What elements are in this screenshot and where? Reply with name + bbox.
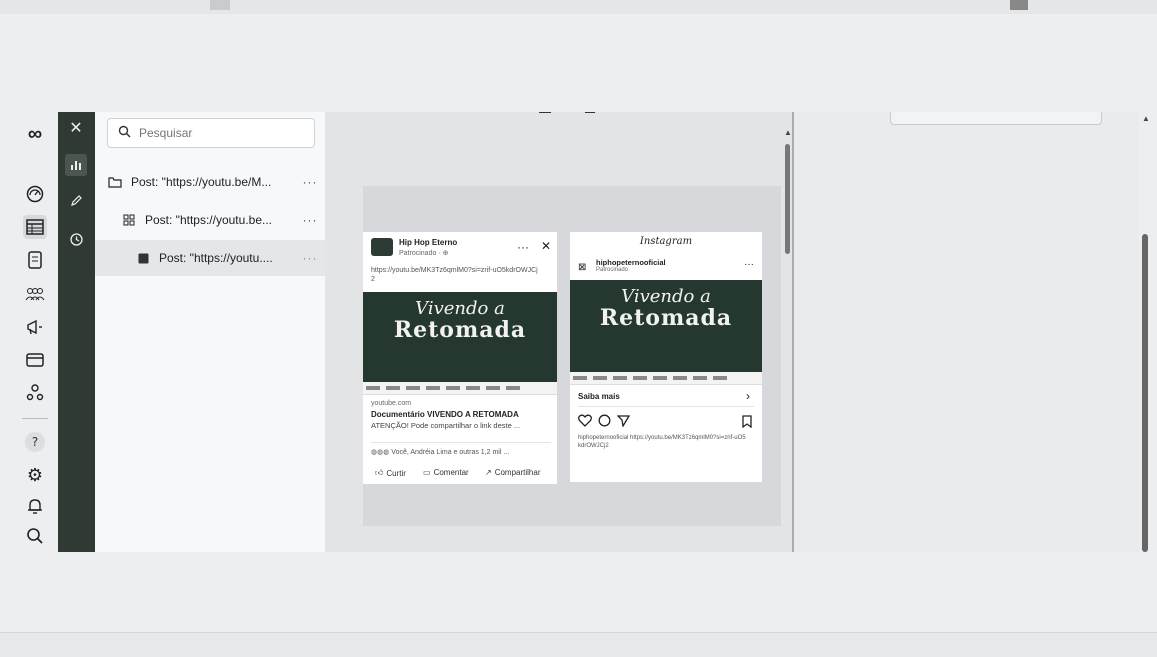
banner-title-line2: Retomada <box>393 317 527 343</box>
dropdown-field[interactable] <box>890 112 1102 125</box>
post-caption: hiphopeternooficial https://youtu.be/MK3… <box>578 435 746 449</box>
meta-logo-icon[interactable]: ∞ <box>23 122 47 146</box>
divider <box>578 406 754 407</box>
left-icon-rail: ∞ ? ⚙ <box>10 112 58 552</box>
account-name: hiphopeternooficial <box>596 258 666 267</box>
instagram-brand: Instagram <box>639 236 693 247</box>
campaign-tree-panel: Post: "https://youtu.be/M... ··· Post: "… <box>95 112 325 552</box>
divider <box>371 442 551 443</box>
link-headline[interactable]: Documentário VIVENDO A RETOMADA <box>371 410 519 419</box>
editor-tool-strip: ✕ <box>58 112 95 552</box>
close-icon[interactable]: ✕ <box>65 117 87 139</box>
facebook-feed-preview: Hip Hop Eterno Patrocinado · ⊕ ··· ✕ htt… <box>363 232 557 484</box>
help-icon[interactable]: ? <box>23 430 47 454</box>
table-icon[interactable] <box>23 215 47 239</box>
share-label: Compartilhar <box>494 468 541 477</box>
megaphone-icon[interactable] <box>23 315 47 339</box>
page-avatar <box>371 238 393 256</box>
sponsor-logo-strip <box>570 372 762 385</box>
tree-item-campaign[interactable]: Post: "https://youtu.be/M... ··· <box>95 164 325 200</box>
banner-title-line2: Retomada <box>599 305 733 331</box>
banner-title-line1: Vivendo a <box>415 298 505 319</box>
bell-icon[interactable] <box>23 494 47 518</box>
scroll-up-icon[interactable]: ▲ <box>784 128 792 137</box>
comment-icon: ▭ <box>423 468 431 477</box>
top-edge-block <box>1010 0 1028 10</box>
chevron-right-icon[interactable]: › <box>746 389 750 403</box>
ad-creative-image: Vivendo a Retomada <box>570 280 762 372</box>
tree-item-label: Post: "https://youtu.be... <box>145 213 272 227</box>
like-button[interactable]: 👍︎ Curtir <box>375 468 406 478</box>
history-icon[interactable] <box>65 228 87 250</box>
reactions-summary[interactable]: ◍◍◍ Você, Andréia Lima e outras 1,2 mil … <box>371 448 509 456</box>
people-icon[interactable] <box>23 282 47 306</box>
post-link-text[interactable]: https://youtu.be/MK3Tz6qmlM0?si=zrif-uO5… <box>371 266 541 284</box>
more-options-button[interactable]: ··· <box>517 240 529 254</box>
tree-item-adset[interactable]: Post: "https://youtu.be... ··· <box>95 202 325 238</box>
comment-label: Comentar <box>433 468 469 477</box>
comment-button[interactable]: ▭ Comentar <box>423 468 469 477</box>
scrollbar-thumb[interactable] <box>785 144 790 254</box>
preview-tick <box>585 112 595 113</box>
more-options-button[interactable]: ··· <box>295 213 325 227</box>
bottom-edge-band <box>0 632 1157 657</box>
send-icon[interactable] <box>617 414 630 427</box>
more-options-button[interactable]: ··· <box>744 259 754 270</box>
document-icon[interactable] <box>23 248 47 272</box>
instagram-feed-preview: Instagram ⊠ hiphopeternooficial Patrocin… <box>570 232 762 482</box>
share-button[interactable]: ↗ Compartilhar <box>485 468 541 477</box>
audience-icon[interactable] <box>23 380 47 404</box>
banner-title-line1: Vivendo a <box>621 286 711 307</box>
like-label: Curtir <box>386 468 406 478</box>
sponsor-logo-strip <box>363 382 557 395</box>
comment-icon[interactable] <box>598 414 611 427</box>
billing-card-icon[interactable] <box>23 348 47 372</box>
scroll-up-icon[interactable]: ▲ <box>1142 114 1150 123</box>
link-description: ATENÇÃO! Pode compartilhar o link deste … <box>371 421 521 430</box>
tree-item-label: Post: "https://youtu.... <box>159 251 273 265</box>
heart-icon[interactable] <box>578 414 592 427</box>
like-icon: 👍︎ <box>375 468 384 477</box>
folder-icon <box>107 175 123 189</box>
action-icons <box>578 414 630 427</box>
link-domain: youtube.com <box>371 400 412 407</box>
tree-item-ad[interactable]: Post: "https://youtu.... ··· <box>95 240 325 276</box>
page-name: Hip Hop Eterno <box>399 238 458 247</box>
tree-item-label: Post: "https://youtu.be/M... <box>131 175 272 189</box>
top-edge-block <box>210 0 230 10</box>
grid-icon <box>121 213 137 227</box>
account-avatar-icon: ⊠ <box>578 262 587 273</box>
more-options-button[interactable]: ··· <box>295 175 325 189</box>
preview-tick <box>539 112 551 113</box>
sponsored-label: Patrocinado <box>596 267 629 273</box>
reactions-text: Você, Andréia Lima e outras 1,2 mil ... <box>391 449 510 456</box>
top-edge-band <box>0 0 1157 14</box>
close-button[interactable]: ✕ <box>541 239 551 253</box>
reaction-icons: ◍◍◍ <box>371 449 392 456</box>
right-settings-panel <box>794 112 1139 552</box>
ad-creative-image: Vivendo a Retomada <box>363 292 557 382</box>
more-options-button[interactable]: ··· <box>295 251 325 265</box>
ad-icon <box>135 251 151 265</box>
pencil-icon[interactable] <box>65 190 87 212</box>
search-icon[interactable] <box>23 524 47 548</box>
share-icon: ↗ <box>485 468 492 477</box>
scrollbar-thumb[interactable] <box>1142 234 1148 552</box>
page-scrollbar[interactable]: ▲ <box>1139 112 1153 552</box>
settings-icon[interactable]: ⚙ <box>23 463 47 487</box>
chart-icon[interactable] <box>65 154 87 176</box>
preview-scrollbar[interactable]: ▲ <box>784 128 792 552</box>
gauge-icon[interactable] <box>23 182 47 206</box>
search-icon <box>118 125 131 141</box>
search-box[interactable] <box>107 118 315 148</box>
bookmark-icon[interactable] <box>742 415 752 428</box>
rail-divider <box>22 418 48 419</box>
svg-text:?: ? <box>32 435 38 449</box>
sponsored-label: Patrocinado · ⊕ <box>399 250 449 257</box>
cta-label[interactable]: Saiba mais <box>578 392 620 401</box>
search-input[interactable] <box>137 125 301 141</box>
